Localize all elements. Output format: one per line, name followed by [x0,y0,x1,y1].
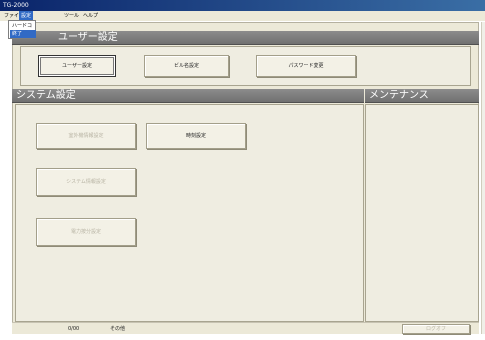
system-settings-panel: 室外機情報設定 時刻設定 システム情報設定 電力按分設定 [15,104,364,322]
time-settings-button-label: 時刻設定 [185,133,206,139]
system-info-button[interactable]: システム情報設定 [36,168,136,196]
logoff-button-label: ログオフ [425,326,446,332]
building-name-button-label: ビル名設定 [173,63,199,69]
outdoor-unit-info-button-label: 室外機情報設定 [68,133,104,139]
system-settings-header: システム設定 [12,89,364,103]
menu-bar: ファイル 設定 ツール ヘルプ [0,11,485,21]
maintenance-title: メンテナンス [369,90,429,101]
vertical-scrollbar[interactable] [481,22,485,334]
building-name-button[interactable]: ビル名設定 [144,55,229,77]
menu-help[interactable]: ヘルプ [81,11,100,21]
user-settings-button[interactable]: ユーザー設定 [38,55,116,77]
status-bar: 0/00 その他 ログオフ [12,322,479,334]
logoff-button[interactable]: ログオフ [402,324,470,334]
user-settings-header: ユーザー設定 [12,31,479,45]
menu-tools[interactable]: ツール [62,11,81,21]
password-change-button-label: パスワード変更 [288,63,324,69]
maintenance-panel [365,104,479,322]
time-settings-button[interactable]: 時刻設定 [146,123,246,149]
system-info-button-label: システム情報設定 [66,179,106,185]
power-distribution-button-label: 電力按分設定 [70,229,101,235]
power-distribution-button[interactable]: 電力按分設定 [36,218,136,246]
user-settings-panel: ユーザー設定 ビル名設定 パスワード変更 [20,46,471,86]
menu-exit[interactable]: 終了 [10,30,36,38]
status-middle-text: その他 [110,326,126,332]
window-title-bar: TG-2000 [0,0,485,11]
window-title: TG-2000 [3,2,29,9]
settings-menu-dropdown: ハードコピー 終了 [8,20,36,39]
outdoor-unit-info-button[interactable]: 室外機情報設定 [36,123,136,149]
maintenance-header: メンテナンス [365,89,479,103]
password-change-button[interactable]: パスワード変更 [256,55,356,77]
status-left-text: 0/00 [68,326,80,332]
menu-hardcopy[interactable]: ハードコピー [10,22,36,37]
system-settings-title: システム設定 [16,90,76,101]
user-settings-button-label: ユーザー設定 [62,63,92,69]
